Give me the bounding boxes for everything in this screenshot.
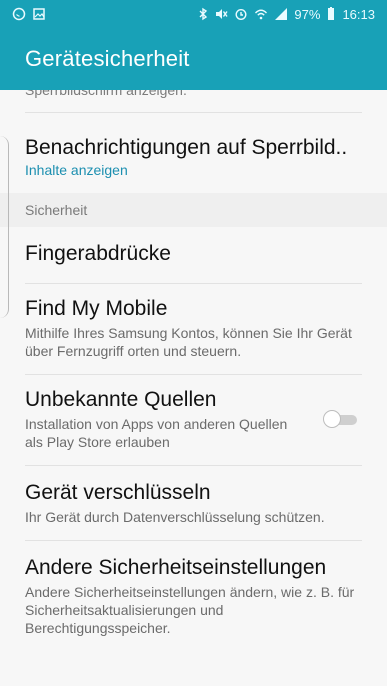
partially-visible-text: Sperrbildschirm anzeigen. xyxy=(25,90,187,98)
unknown-sources-item[interactable]: Unbekannte Quellen Installation von Apps… xyxy=(0,375,387,465)
battery-icon xyxy=(326,7,336,21)
notifications-on-lockscreen-item[interactable]: Benachrichtigungen auf Sperrbild.. Inhal… xyxy=(0,113,387,193)
encrypt-subtitle: Ihr Gerät durch Datenverschlüsselung sch… xyxy=(25,509,325,525)
app-bar: Gerätesicherheit xyxy=(0,28,387,90)
whatsapp-icon xyxy=(12,7,26,21)
screen: 97% 16:13 Gerätesicherheit Sperrbildschi… xyxy=(0,0,387,686)
mute-icon xyxy=(214,7,228,21)
find-my-mobile-title: Find My Mobile xyxy=(25,297,168,320)
notifications-subtitle: Inhalte anzeigen xyxy=(25,162,128,178)
fingerprints-item[interactable]: Fingerabdrücke xyxy=(0,227,387,283)
find-my-mobile-item[interactable]: Find My Mobile Mithilfe Ihres Samsung Ko… xyxy=(0,284,387,374)
encrypt-device-item[interactable]: Gerät verschlüsseln Ihr Gerät durch Date… xyxy=(0,466,387,540)
other-security-subtitle: Andere Sicherheitseinstellungen ändern, … xyxy=(25,584,355,636)
encrypt-title: Gerät verschlüsseln xyxy=(25,481,211,504)
edge-gesture-handle[interactable] xyxy=(0,136,9,318)
alarm-icon xyxy=(234,7,248,21)
unknown-sources-toggle[interactable] xyxy=(323,410,357,428)
battery-percentage: 97% xyxy=(294,6,321,22)
unknown-sources-subtitle: Installation von Apps von anderen Quelle… xyxy=(25,416,288,450)
signal-icon xyxy=(274,7,288,21)
other-security-title: Andere Sicherheitseinstellungen xyxy=(25,556,327,579)
status-bar: 97% 16:13 xyxy=(0,0,387,28)
notifications-title: Benachrichtigungen auf Sperrbild.. xyxy=(25,136,348,159)
page-title: Gerätesicherheit xyxy=(25,46,190,71)
clock: 16:13 xyxy=(342,6,375,22)
settings-list: Sperrbildschirm anzeigen. Benachrichtigu… xyxy=(0,90,387,651)
other-security-settings-item[interactable]: Andere Sicherheitseinstellungen Andere S… xyxy=(0,541,387,651)
partially-visible-item: Sperrbildschirm anzeigen. xyxy=(0,90,387,112)
fingerprints-title: Fingerabdrücke xyxy=(25,242,171,265)
section-header-security: Sicherheit xyxy=(0,193,387,227)
unknown-sources-title: Unbekannte Quellen xyxy=(25,388,217,411)
bluetooth-icon xyxy=(198,7,208,21)
image-icon xyxy=(32,7,46,21)
find-my-mobile-subtitle: Mithilfe Ihres Samsung Kontos, können Si… xyxy=(25,325,352,359)
wifi-icon xyxy=(254,7,268,21)
